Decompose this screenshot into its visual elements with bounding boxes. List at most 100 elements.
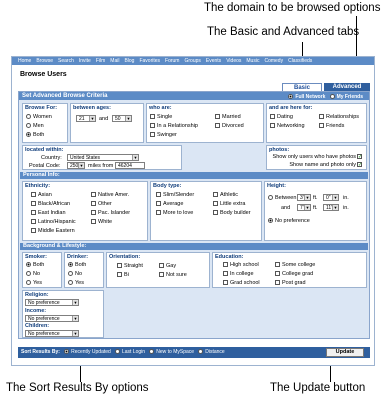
checkbox-east-indian[interactable]: East Indian (31, 210, 66, 216)
checkbox-relationships[interactable]: Relationships (319, 114, 359, 120)
checkbox-straight[interactable]: Straight (117, 263, 143, 269)
checkbox-friends[interactable]: Friends (319, 123, 344, 129)
nav-item-invite[interactable]: Invite (79, 58, 91, 64)
checkbox-average[interactable]: Average (156, 201, 183, 207)
nav-item-search[interactable]: Search (58, 58, 74, 64)
checkbox-bi[interactable]: Bi (117, 272, 129, 278)
min-age-select[interactable]: 21 ▼ (76, 115, 96, 122)
ages-box: between ages: 21 ▼ and 50 ▼ (70, 103, 144, 143)
radio-sort-recently-updated[interactable]: Recently Updated (64, 349, 111, 355)
radio-women[interactable]: Women (26, 114, 52, 120)
radio-smoker-both[interactable]: Both (26, 262, 44, 268)
background-header: Background & Lifestyle: (20, 243, 368, 250)
checkbox-asian[interactable]: Asian (31, 192, 52, 198)
min-height-in-select[interactable]: 0" ▼ (323, 194, 339, 201)
checkbox-in-relationship[interactable]: In a Relationship (150, 123, 198, 129)
radio-height-no-pref[interactable]: No preference (268, 218, 310, 224)
chevron-down-icon: ▼ (125, 116, 131, 121)
body-type-label: Body type: (153, 183, 182, 189)
radio-smoker-yes[interactable]: Yes (26, 280, 42, 286)
network-options: Full Network My Friends (288, 93, 363, 101)
income-select[interactable]: No preference ▼ (25, 315, 79, 322)
nav-item-browse[interactable]: Browse (36, 58, 53, 64)
browse-for-label: Browse For: (25, 105, 58, 111)
radio-icon (26, 280, 31, 286)
nav-item-mail[interactable]: Mail (110, 58, 119, 64)
checkbox-not-sure[interactable]: Not sure (159, 272, 187, 278)
checkbox-dating[interactable]: Dating (270, 114, 293, 120)
checkbox-high-school[interactable]: High school (223, 262, 259, 268)
ft-label-2: ft. (313, 205, 318, 211)
checkbox-single[interactable]: Single (150, 114, 172, 120)
checkbox-pac-islander[interactable]: Pac. Islander (91, 210, 130, 216)
update-button[interactable]: Update (326, 348, 364, 357)
max-age-select[interactable]: 50 ▼ (112, 115, 132, 122)
checkbox-middle-eastern[interactable]: Middle Eastern (31, 228, 75, 234)
checkbox-icon (213, 192, 218, 198)
radio-drinker-both[interactable]: Both (68, 262, 86, 268)
checkbox-icon (223, 271, 228, 277)
max-height-in-select[interactable]: 11" ▼ (323, 204, 339, 211)
radio-men[interactable]: Men (26, 123, 44, 129)
checkbox-body-builder[interactable]: Body builder (213, 210, 251, 216)
checkbox-icon (275, 262, 280, 268)
checkbox-gay[interactable]: Gay (159, 263, 176, 269)
checkbox-athletic[interactable]: Athletic (213, 192, 238, 198)
nav-item-events[interactable]: Events (206, 58, 221, 64)
advanced-criteria-panel: Set Advanced Browse Criteria Full Networ… (18, 91, 370, 339)
checkbox-other[interactable]: Other (91, 201, 112, 207)
postal-code-input[interactable]: 46204 (115, 162, 145, 169)
orientation-label: Orientation: (109, 254, 141, 260)
nav-item-music[interactable]: Music (246, 58, 259, 64)
nav-item-favorites[interactable]: Favorites (139, 58, 160, 64)
distance-select[interactable]: 250 ▼ (67, 162, 85, 169)
radio-sort-last-login[interactable]: Last Login (115, 349, 145, 355)
checkbox-post-grad[interactable]: Post grad (275, 280, 306, 286)
religion-select[interactable]: No preference ▼ (25, 299, 79, 306)
children-select[interactable]: No preference ▼ (25, 330, 79, 337)
radio-smoker-no[interactable]: No (26, 271, 40, 277)
checkbox-some-college[interactable]: Some college (275, 262, 315, 268)
nav-item-classifieds[interactable]: Classifieds (288, 58, 312, 64)
nav-item-videos[interactable]: Videos (226, 58, 241, 64)
name-photo-only-option: Show name and photo only (289, 162, 356, 168)
checkbox-married[interactable]: Married (215, 114, 241, 120)
nav-item-forum[interactable]: Forum (165, 58, 179, 64)
radio-sort-new-to-myspace[interactable]: New to MySpace (149, 349, 194, 355)
checkbox-grad-school[interactable]: Grad school (223, 280, 260, 286)
checkbox-little-extra[interactable]: Little extra (213, 201, 245, 207)
nav-item-comedy[interactable]: Comedy (264, 58, 283, 64)
nav-item-groups[interactable]: Groups (184, 58, 200, 64)
checkbox-slim[interactable]: Slim/Slender (156, 192, 194, 198)
radio-full-network[interactable]: Full Network (288, 94, 325, 100)
checkbox-icon (319, 123, 324, 129)
radio-drinker-no[interactable]: No (68, 271, 82, 277)
checkbox-name-photo-only[interactable]: ✓ (357, 162, 364, 168)
radio-sort-distance[interactable]: Distance (198, 349, 225, 355)
radio-both[interactable]: Both (26, 132, 44, 138)
nav-item-blog[interactable]: Blog (124, 58, 134, 64)
checkbox-divorced[interactable]: Divorced (215, 123, 244, 129)
here-for-box: and are here for: Dating Networking Rela… (266, 103, 367, 143)
radio-height-between[interactable]: Between (268, 195, 296, 201)
checkbox-icon (156, 192, 161, 198)
radio-icon (26, 114, 31, 120)
radio-drinker-yes[interactable]: Yes (68, 280, 84, 286)
checkbox-networking[interactable]: Networking (270, 123, 305, 129)
max-height-ft-select[interactable]: 7' ▼ (297, 204, 311, 211)
checkbox-photos-only[interactable]: ✓ (357, 154, 364, 160)
radio-my-friends[interactable]: My Friends (329, 94, 363, 100)
nav-item-home[interactable]: Home (18, 58, 31, 64)
country-select[interactable]: United States ▼ (67, 154, 139, 161)
checkbox-college-grad[interactable]: College grad (275, 271, 313, 277)
who-are-label: who are: (149, 105, 172, 111)
checkbox-native-amer[interactable]: Native Amer. (91, 192, 129, 198)
checkbox-black-african[interactable]: Black/African (31, 201, 70, 207)
nav-item-film[interactable]: Film (96, 58, 105, 64)
checkbox-white[interactable]: White (91, 219, 112, 225)
min-height-ft-select[interactable]: 3' ▼ (297, 194, 311, 201)
checkbox-more-to-love[interactable]: More to love (156, 210, 193, 216)
checkbox-in-college[interactable]: In college (223, 271, 254, 277)
checkbox-swinger[interactable]: Swinger (150, 132, 177, 138)
checkbox-latino[interactable]: Latino/Hispanic (31, 219, 76, 225)
